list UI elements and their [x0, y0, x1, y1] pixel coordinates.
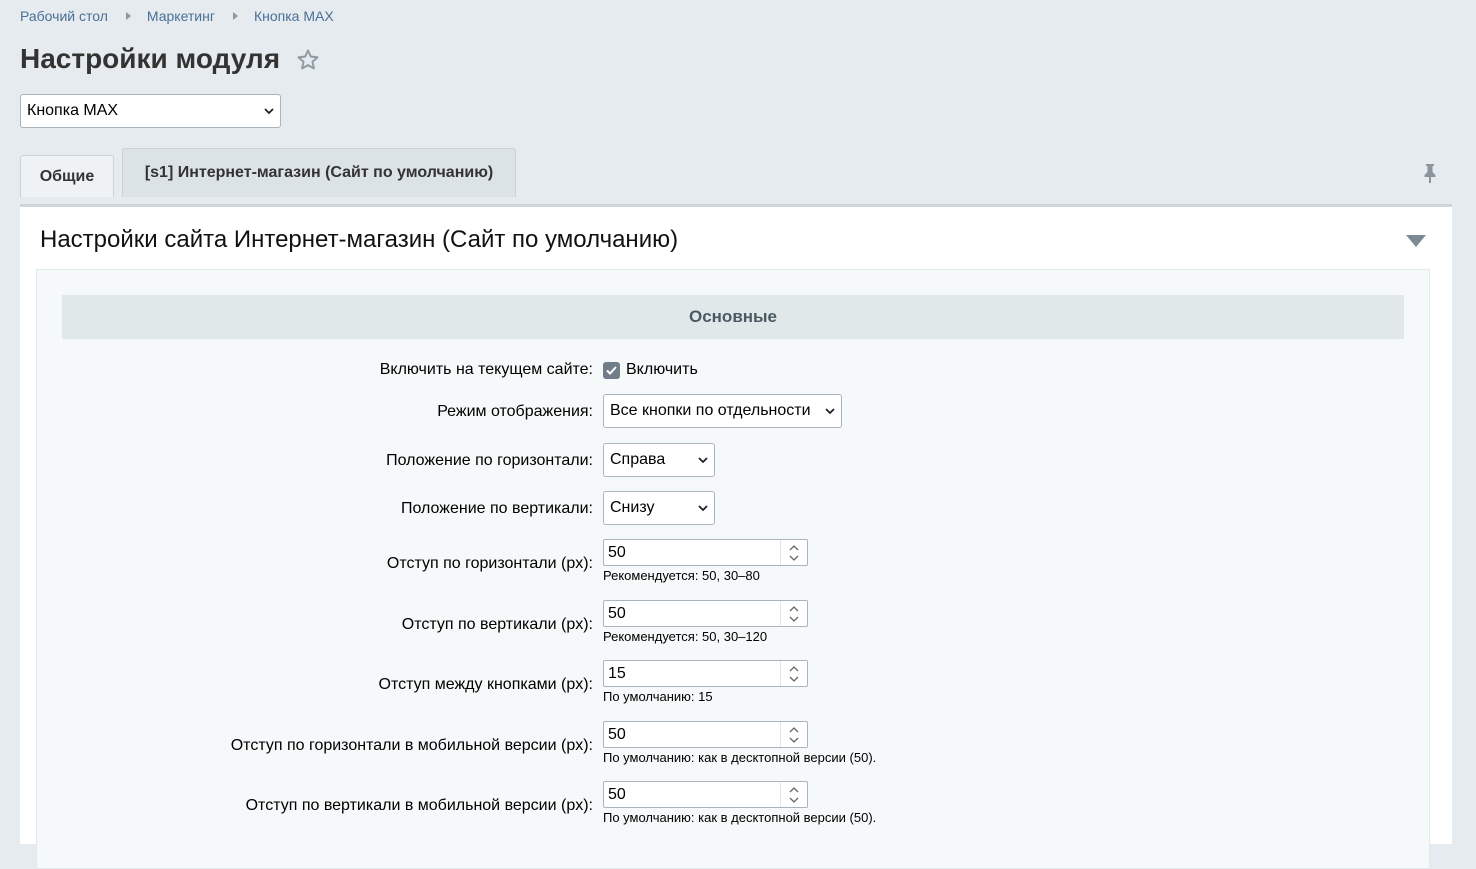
tab-site-s1-label: [s1] Интернет-магазин (Сайт по умолчанию… [144, 164, 494, 181]
chevron-down-icon [825, 408, 835, 415]
breadcrumb-desktop[interactable]: Рабочий стол [20, 8, 108, 24]
offset-vertical-mobile-label: Отступ по вертикали в мобильной версии (… [245, 797, 593, 814]
gap-label: Отступ между кнопками (px): [378, 676, 593, 693]
group-title: Основные [688, 307, 778, 326]
gap-hint: По умолчанию: 15 [603, 689, 713, 704]
pos-horizontal-select[interactable]: Справа [603, 443, 715, 477]
chevron-down-icon [698, 505, 708, 512]
pin-icon[interactable] [1421, 162, 1439, 184]
display-mode-select[interactable]: Все кнопки по отдельности [603, 394, 842, 428]
breadcrumb: Рабочий стол Маркетинг Кнопка MAX [20, 8, 334, 24]
offset-vertical-mobile-value: 50 [608, 785, 626, 803]
settings-group: Основные Включить на текущем сайте: Вклю… [36, 269, 1430, 869]
triangle-down-icon[interactable] [1406, 235, 1426, 247]
offset-horizontal-hint: Рекомендуется: 50, 30–80 [603, 568, 760, 583]
offset-horizontal-mobile-control: 50 По умолчанию: как в десктопной версии… [603, 721, 876, 765]
enable-control: Включить [603, 361, 698, 379]
offset-horizontal-mobile-value: 50 [608, 725, 626, 743]
breadcrumb-separator-icon [232, 12, 238, 20]
module-select[interactable]: Кнопка MAX [20, 94, 281, 128]
breadcrumb-separator-icon [125, 12, 131, 20]
breadcrumb-max-button[interactable]: Кнопка MAX [254, 8, 334, 24]
offset-vertical-mobile-hint: По умолчанию: как в десктопной версии (5… [603, 810, 877, 825]
enable-label: Включить на текущем сайте: [379, 361, 593, 378]
offset-horizontal-value: 50 [608, 543, 626, 561]
offset-vertical-input[interactable]: 50 [603, 600, 808, 627]
pos-horizontal-value: Справа [610, 451, 666, 468]
offset-vertical-hint: Рекомендуется: 50, 30–120 [603, 629, 768, 644]
spinner-arrows-icon[interactable] [780, 661, 807, 686]
offset-horizontal-mobile-hint: По умолчанию: как в десктопной версии (5… [603, 750, 877, 765]
star-outline-icon[interactable] [296, 48, 320, 72]
settings-panel: Настройки сайта Интернет-магазин (Сайт п… [20, 204, 1452, 869]
pos-horizontal-label: Положение по горизонтали: [386, 452, 593, 469]
module-select-value: Кнопка MAX [27, 102, 119, 119]
spinner-arrows-icon[interactable] [780, 601, 807, 626]
offset-horizontal-input[interactable]: 50 [603, 539, 808, 566]
chevron-down-icon [264, 108, 274, 115]
section-title: Настройки сайта Интернет-магазин (Сайт п… [40, 226, 679, 253]
offset-horizontal-mobile-label: Отступ по горизонтали в мобильной версии… [230, 737, 593, 754]
checkmark-icon [606, 365, 617, 375]
enable-checkbox-label[interactable]: Включить [626, 361, 698, 378]
spinner-arrows-icon[interactable] [780, 782, 807, 807]
chevron-down-icon [698, 457, 708, 464]
tab-general-label: Общие [39, 167, 95, 185]
pos-vertical-value: Снизу [610, 499, 655, 516]
offset-vertical-label: Отступ по вертикали (px): [401, 616, 593, 633]
tab-site-s1[interactable]: [s1] Интернет-магазин (Сайт по умолчанию… [122, 148, 516, 197]
page-title: Настройки модуля [20, 43, 281, 74]
group-header: Основные [62, 295, 1404, 339]
spinner-arrows-icon[interactable] [780, 722, 807, 747]
enable-checkbox[interactable] [603, 361, 620, 379]
display-mode-value: Все кнопки по отдельности [610, 402, 811, 419]
offset-horizontal-mobile-input[interactable]: 50 [603, 721, 808, 748]
breadcrumb-marketing[interactable]: Маркетинг [147, 8, 215, 24]
offset-vertical-mobile-control: 50 По умолчанию: как в десктопной версии… [603, 781, 876, 825]
gap-value: 15 [608, 664, 626, 682]
spinner-arrows-icon[interactable] [780, 540, 807, 565]
tab-general[interactable]: Общие [20, 155, 114, 197]
offset-vertical-value: 50 [608, 604, 626, 622]
offset-horizontal-label: Отступ по горизонтали (px): [386, 555, 593, 572]
offset-vertical-control: 50 Рекомендуется: 50, 30–120 [603, 600, 808, 644]
pos-vertical-label: Положение по вертикали: [400, 500, 593, 517]
gap-control: 15 По умолчанию: 15 [603, 660, 808, 704]
display-mode-label: Режим отображения: [437, 403, 593, 420]
pos-vertical-select[interactable]: Снизу [603, 491, 715, 525]
gap-input[interactable]: 15 [603, 660, 808, 687]
offset-horizontal-control: 50 Рекомендуется: 50, 30–80 [603, 539, 808, 583]
offset-vertical-mobile-input[interactable]: 50 [603, 781, 808, 808]
